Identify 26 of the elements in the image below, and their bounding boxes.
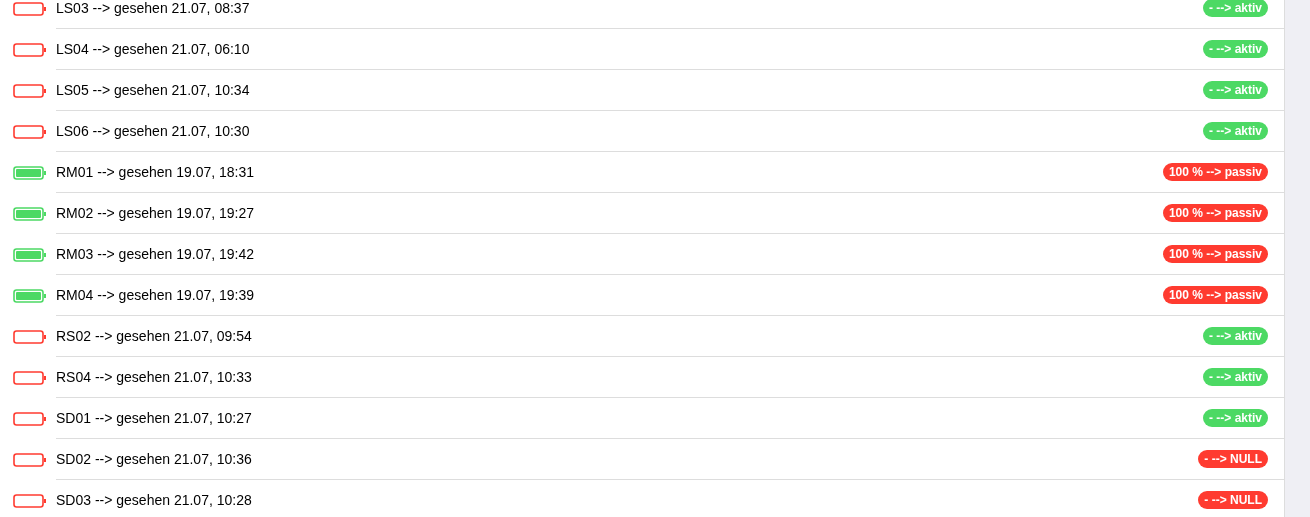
device-label: RS04 --> gesehen 21.07, 10:33 [56,367,252,387]
device-label: RM04 --> gesehen 19.07, 19:39 [56,285,255,305]
device-label: SD01 --> gesehen 21.07, 10:27 [56,408,252,428]
status-label: 100 % --> passiv [1162,286,1268,304]
status-label: - --> NULL [1198,491,1268,509]
status-label: - --> aktiv [1203,327,1268,345]
status-label: - --> aktiv [1203,409,1268,427]
device-label: RM03 --> gesehen 19.07, 19:42 [56,244,255,264]
device-label: LS04 --> gesehen 21.07, 06:10 [56,39,250,59]
status-label: - --> aktiv [1203,0,1268,17]
status-label: - --> aktiv [1203,368,1268,386]
device-label: RM01 --> gesehen 19.07, 18:31 [56,162,255,182]
status-label: 100 % --> passiv [1162,204,1268,222]
device-label: RM02 --> gesehen 19.07, 19:27 [56,203,255,223]
device-label: SD02 --> gesehen 21.07, 10:36 [56,449,252,469]
status-label: - --> aktiv [1203,81,1268,99]
device-label: SD03 --> gesehen 21.07, 10:28 [56,490,252,510]
device-label: LS06 --> gesehen 21.07, 10:30 [56,121,250,141]
status-label: - --> NULL [1198,450,1268,468]
device-label: LS03 --> gesehen 21.07, 08:37 [56,0,250,18]
device-label: LS05 --> gesehen 21.07, 10:34 [56,80,250,100]
status-label: - --> aktiv [1203,122,1268,140]
status-label: 100 % --> passiv [1162,245,1268,263]
status-label: - --> aktiv [1203,40,1268,58]
device-label: RS02 --> gesehen 21.07, 09:54 [56,326,252,346]
status-label: 100 % --> passiv [1162,163,1268,181]
